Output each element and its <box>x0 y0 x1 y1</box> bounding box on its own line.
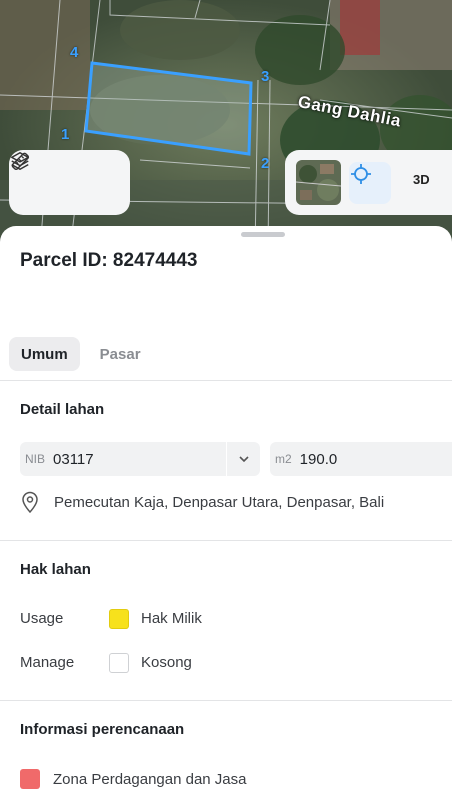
location-row: Pemecutan Kaja, Denpasar Utara, Denpasar… <box>20 491 384 513</box>
area-field[interactable]: m2 190.0 <box>270 442 452 476</box>
parcel-title: Parcel ID: 82474443 <box>20 250 198 271</box>
zone-color-swatch <box>20 769 40 789</box>
nib-dropdown-button[interactable] <box>226 442 260 476</box>
tab-umum[interactable]: Umum <box>9 337 80 371</box>
manage-color-swatch <box>109 653 129 673</box>
corner-label-1: 1 <box>61 126 70 143</box>
basemap-toggle[interactable] <box>296 160 341 205</box>
location-text: Pemecutan Kaja, Denpasar Utara, Denpasar… <box>54 493 385 511</box>
manage-value: Kosong <box>141 654 192 671</box>
measure-button[interactable] <box>11 152 111 201</box>
nib-prefix: NIB <box>25 452 46 466</box>
3d-toggle-button[interactable]: 3D <box>413 172 430 187</box>
divider <box>0 540 452 541</box>
map-pin-icon <box>22 491 38 513</box>
tab-pasar[interactable]: Pasar <box>88 337 153 371</box>
locate-button[interactable] <box>349 162 391 204</box>
usage-label: Usage <box>20 610 64 627</box>
tab-bar: Umum Pasar <box>9 337 161 371</box>
crosshair-icon <box>351 164 371 184</box>
divider <box>0 700 452 701</box>
layers-button[interactable] <box>11 152 64 201</box>
usage-color-swatch <box>109 609 129 629</box>
corner-label-2: 2 <box>261 155 270 172</box>
area-value: 190.0 <box>299 450 338 468</box>
corner-label-3: 3 <box>261 68 270 85</box>
section-title-rights: Hak lahan <box>20 561 91 578</box>
nib-field[interactable]: NIB 03117 <box>20 442 260 476</box>
ruler-icon <box>11 152 30 171</box>
zone-text: Zona Perdagangan dan Jasa <box>53 771 247 788</box>
corner-label-4: 4 <box>70 44 79 61</box>
chevron-down-icon <box>238 456 249 463</box>
section-title-detail: Detail lahan <box>20 401 105 418</box>
divider <box>0 380 452 381</box>
manage-label: Manage <box>20 654 75 671</box>
map-view[interactable]: Gang Dahlia 1 2 3 4 3D <box>0 0 452 250</box>
section-title-planning: Informasi perencanaan <box>20 721 185 738</box>
usage-value: Hak Milik <box>141 610 202 627</box>
area-prefix: m2 <box>275 452 292 466</box>
sheet-drag-handle[interactable] <box>241 232 285 237</box>
nib-value: 03117 <box>53 450 94 468</box>
satellite-thumbnail-icon <box>296 160 341 205</box>
map-tools-panel <box>9 150 130 215</box>
map-view-panel: 3D <box>285 150 452 215</box>
parcel-detail-sheet: Parcel ID: 82474443 Umum Pasar Detail la… <box>0 226 452 804</box>
